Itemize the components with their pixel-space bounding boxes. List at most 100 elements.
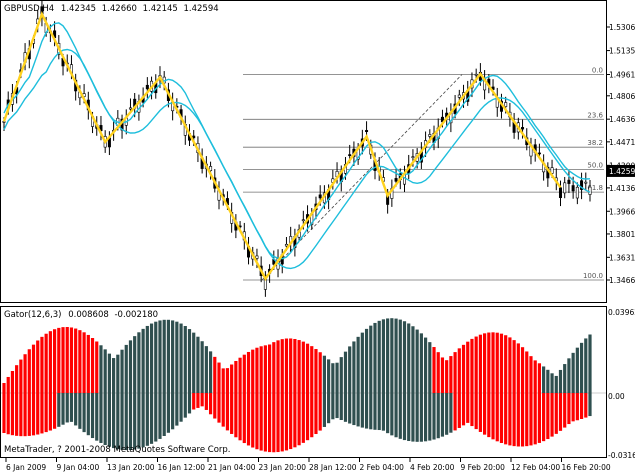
gator-lower-bar (348, 393, 352, 424)
gator-lower-bar (377, 393, 381, 431)
gator-upper-bar (107, 353, 111, 393)
gator-lower-bar (297, 393, 301, 446)
time-tick-label: 16 Feb 20:00 (562, 463, 611, 472)
gator-upper-bar (187, 329, 192, 393)
candle-body (521, 127, 525, 130)
gator-lower-bar (512, 393, 516, 447)
price-tick-label: 1.38010 (609, 230, 635, 239)
gator-lower-bar (10, 393, 15, 436)
gator-lower-bar (474, 393, 478, 430)
gator-lower-bar (171, 393, 175, 430)
gator-upper-bar (504, 335, 508, 393)
gator-lower-bar (423, 393, 428, 442)
gator-lower-bar (554, 393, 558, 434)
gator-upper-bar (116, 354, 120, 393)
gator-upper-bar (141, 328, 145, 393)
gator-upper-bar (112, 358, 116, 393)
candle-body (318, 194, 322, 199)
indicator-tick-label: 0.039629 (608, 308, 635, 317)
gator-upper-bar (567, 358, 571, 393)
gator-upper-bar (453, 352, 457, 393)
gator-lower-bar (487, 393, 491, 438)
gator-lower-bar (175, 393, 179, 426)
candle-body (558, 187, 562, 198)
gator-upper-bar (213, 356, 217, 393)
time-tick-label: 13 Jan 20:00 (107, 463, 155, 472)
gator-lower-bar (284, 393, 289, 451)
gator-upper-bar (394, 318, 398, 393)
gator-upper-bar (230, 364, 234, 393)
time-tick-label: 2 Feb 04:00 (360, 463, 405, 472)
candle-body (192, 135, 196, 139)
gator-lower-bar (314, 393, 318, 435)
gator-lower-bar (40, 393, 44, 434)
gator-upper-bar (411, 326, 415, 393)
gator-lower-bar (6, 393, 10, 435)
gator-upper-bar (276, 340, 280, 393)
gator-upper-bar (478, 334, 482, 393)
gator-lower-bar (310, 393, 314, 438)
gator-lower-bar (133, 393, 137, 450)
price-tick-label: 1.39660 (609, 207, 635, 216)
gator-lower-bar (154, 393, 158, 442)
gator-lower-bar (546, 393, 550, 440)
gator-lower-bar (217, 393, 221, 423)
gator-upper-bar (23, 354, 27, 393)
gator-upper-bar (314, 349, 318, 393)
gator-upper-bar (584, 338, 588, 393)
gator-lower-bar (440, 393, 445, 437)
gator-lower-bar (499, 393, 504, 443)
gator-upper-bar (175, 321, 179, 393)
gator-upper-bar (377, 320, 381, 393)
gator-lower-bar (27, 393, 31, 436)
gator-lower-bar (360, 393, 364, 428)
time-tick-label: 4 Feb 20:00 (410, 463, 455, 472)
gator-lower-bar (145, 393, 149, 446)
candle-body (145, 84, 149, 90)
gator-upper-bar (373, 322, 377, 393)
gator-lower-bar (65, 393, 69, 423)
gator-upper-bar (86, 334, 90, 393)
gator-upper-bar (128, 340, 133, 393)
gator-upper-bar (318, 352, 322, 393)
candle-body (301, 219, 305, 222)
fib-level-label: 23.6 (587, 111, 603, 119)
gator-lower-bar (331, 393, 335, 420)
indicator-axis: 0.039629 0.00 -0.03161 (608, 308, 635, 460)
gator-lower-bar (478, 393, 482, 432)
gator-lower-bar (221, 393, 225, 427)
gator-upper-bar (352, 341, 356, 393)
gator-lower-bar (208, 393, 213, 415)
gator-upper-bar (419, 333, 423, 393)
gator-upper-bar (40, 336, 44, 393)
price-tick-label: 1.49610 (609, 70, 635, 79)
gator-upper-bar (158, 320, 162, 393)
gator-upper-bar (440, 357, 445, 393)
gator-lower-bar (575, 393, 579, 421)
gator-upper-bar (238, 357, 242, 393)
time-tick-label: 9 Jan 04:00 (57, 463, 100, 472)
gator-lower-bar (339, 393, 343, 420)
gator-lower-bar (251, 393, 255, 448)
gator-lower-bar (276, 393, 280, 453)
gator-lower-bar (230, 393, 234, 434)
gator-lower-bar (267, 393, 272, 453)
candle-body (411, 156, 415, 158)
gator-lower-bar (373, 393, 377, 430)
gator-upper-bar (491, 332, 495, 393)
gator-upper-bar (335, 362, 339, 393)
gator-upper-bar (322, 355, 327, 393)
gator-upper-bar (445, 360, 449, 393)
gator-upper-bar (69, 327, 74, 393)
gator-lower-bar (419, 393, 423, 442)
gator-upper-bar (470, 338, 474, 393)
gator-upper-bar (423, 337, 428, 393)
candle-body (474, 73, 478, 76)
gator-upper-bar (183, 326, 187, 393)
gator-upper-bar (390, 318, 394, 393)
gator-lower-bar (579, 393, 584, 419)
chart-terminal[interactable]: 0.023.638.250.061.8100.0 1.530651.513501… (0, 0, 635, 476)
gator-lower-bar (327, 393, 331, 424)
candle-body (365, 130, 369, 132)
gator-upper-bar (103, 349, 107, 393)
